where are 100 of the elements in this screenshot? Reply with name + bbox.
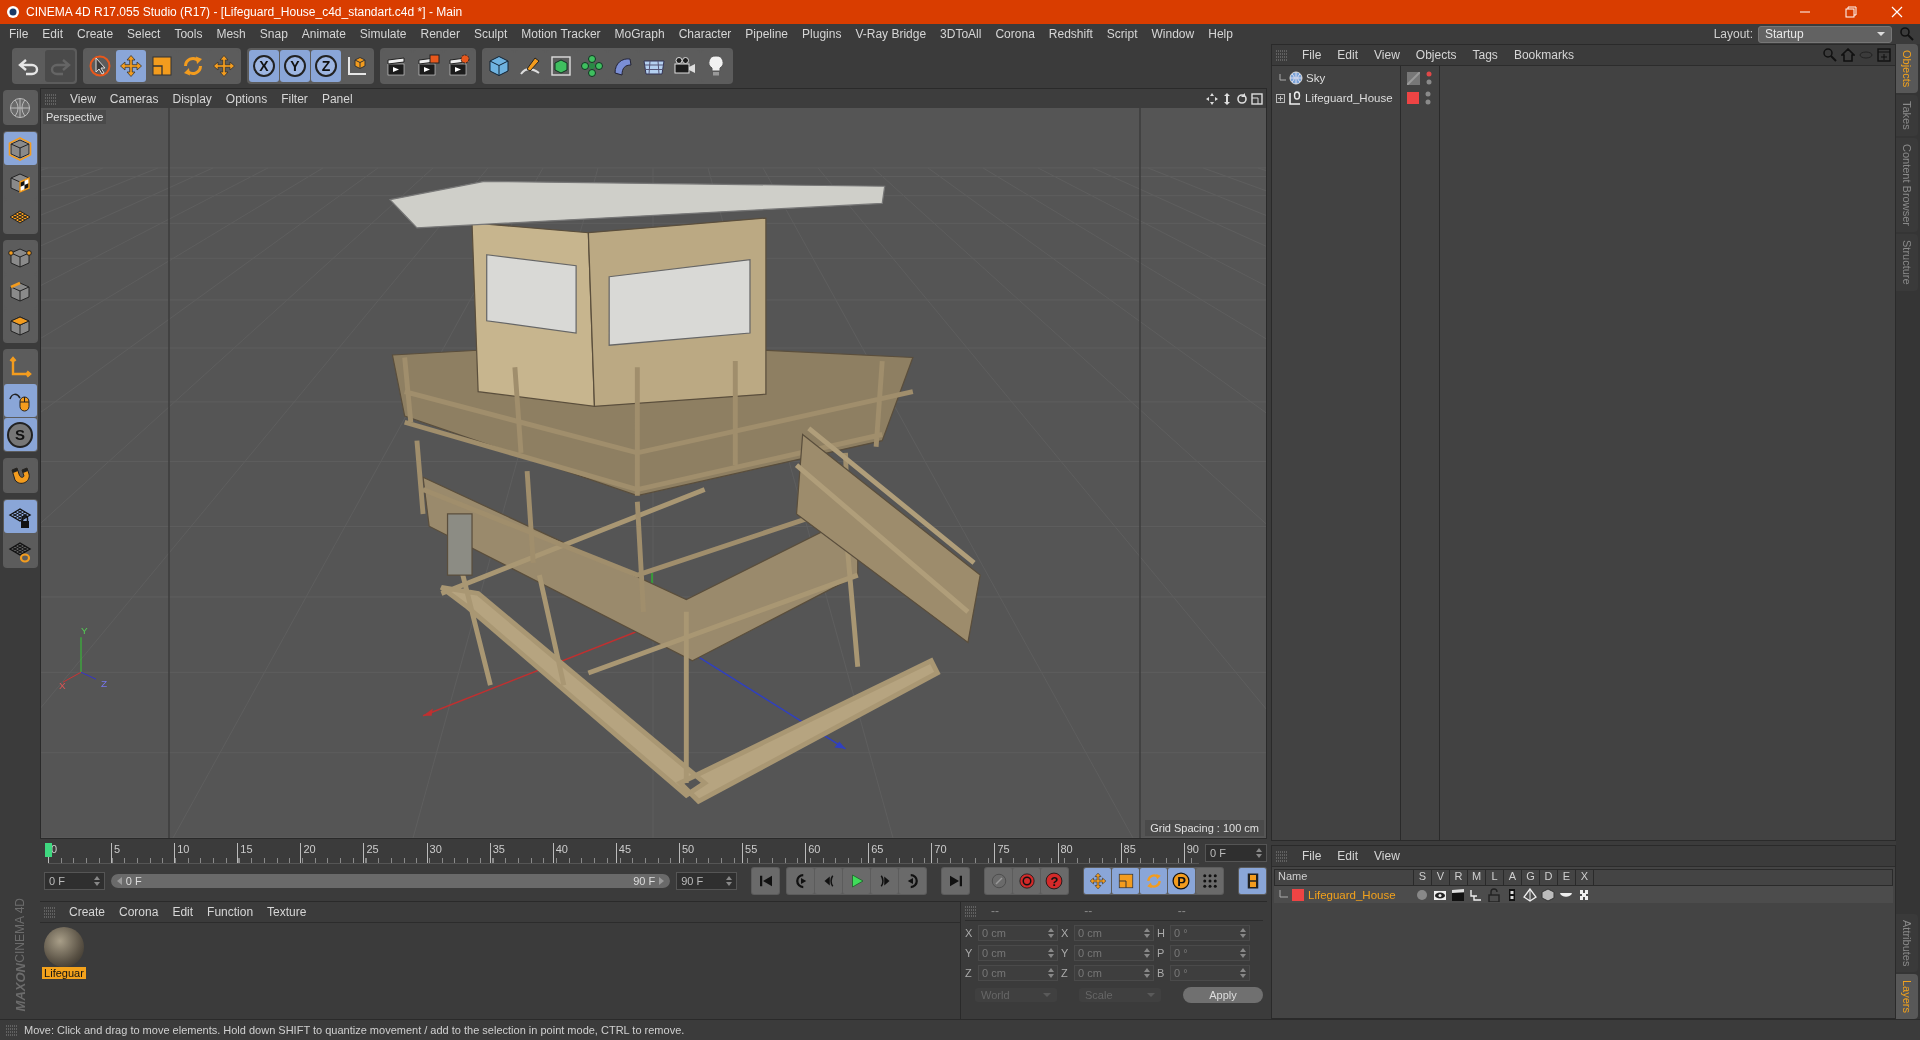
shaded-cube-icon[interactable] — [1541, 887, 1555, 902]
layer-name[interactable]: Lifeguard_House — [1308, 888, 1396, 901]
menu-item[interactable]: Character — [671, 27, 739, 41]
menu-item[interactable]: Texture — [260, 905, 314, 919]
menu-item[interactable]: Create — [62, 905, 113, 919]
layer-color-swatch[interactable] — [1407, 92, 1419, 104]
column-header[interactable]: R — [1450, 870, 1468, 885]
autokey-button[interactable]: ? — [1041, 868, 1068, 894]
menu-item[interactable]: Motion Tracker — [514, 27, 608, 41]
menu-item[interactable]: Cameras — [102, 91, 166, 106]
end-frame-field[interactable]: 90 F — [676, 872, 737, 890]
menu-item[interactable]: Function — [200, 905, 261, 919]
column-header[interactable]: A — [1504, 870, 1522, 885]
first-button[interactable] — [752, 868, 779, 894]
start-frame-field[interactable]: 0 F — [44, 872, 105, 890]
column-header[interactable]: M — [1468, 870, 1486, 885]
pyramid-icon[interactable] — [1523, 887, 1537, 902]
menu-item[interactable]: Edit — [1329, 849, 1367, 863]
menu-item[interactable]: Help — [1201, 27, 1240, 41]
object-name[interactable]: Lifeguard_House — [1305, 92, 1393, 104]
param-button[interactable]: P — [1168, 868, 1195, 894]
film-button[interactable] — [1239, 868, 1266, 894]
tweak-tool-button[interactable] — [3, 384, 37, 417]
column-header[interactable]: X — [1576, 870, 1594, 885]
menu-item[interactable]: Redshift — [1041, 27, 1100, 41]
menu-item[interactable]: Corona — [112, 905, 166, 919]
hierarchy-icon[interactable] — [1469, 887, 1483, 902]
menu-item[interactable]: File — [1294, 48, 1330, 62]
workplane-lock-tool-button[interactable] — [3, 500, 37, 533]
menu-item[interactable]: 3DToAll — [933, 27, 989, 41]
layer-color-swatch[interactable] — [1292, 888, 1304, 901]
column-header[interactable]: Name — [1275, 870, 1414, 885]
menu-item[interactable]: Options — [218, 91, 275, 106]
prev-frame-button[interactable] — [815, 868, 842, 894]
menu-item[interactable]: Window — [1144, 27, 1202, 41]
maximize-button[interactable] — [1251, 92, 1263, 105]
menu-item[interactable]: MoGraph — [607, 27, 672, 41]
record-button[interactable] — [1013, 868, 1040, 894]
column-header[interactable]: S — [1414, 870, 1432, 885]
menu-item[interactable]: Render — [413, 27, 467, 41]
last-button[interactable] — [942, 868, 969, 894]
playhead-marker[interactable] — [45, 842, 52, 857]
menu-item[interactable]: View — [63, 91, 103, 106]
column-header[interactable]: E — [1558, 870, 1576, 885]
menu-item[interactable]: File — [2, 27, 36, 41]
next-frame-button[interactable] — [871, 868, 898, 894]
column-header[interactable]: V — [1432, 870, 1450, 885]
menu-item[interactable]: Simulate — [352, 27, 414, 41]
menu-item[interactable]: Plugins — [795, 27, 849, 41]
apply-button[interactable]: Apply — [1183, 987, 1263, 1003]
dots-button[interactable] — [1196, 868, 1223, 894]
menu-item[interactable]: Objects — [1407, 48, 1465, 62]
menu-item[interactable]: Edit — [35, 27, 71, 41]
menu-item[interactable]: Bookmarks — [1505, 48, 1582, 62]
menu-item[interactable]: Edit — [1329, 48, 1367, 62]
axis-lock-tool-button[interactable]: X — [249, 50, 279, 82]
object-name[interactable]: Sky — [1306, 72, 1326, 84]
menu-item[interactable]: Display — [165, 91, 219, 106]
menu-item[interactable]: Sculpt — [466, 27, 515, 41]
menu-item[interactable]: V-Ray Bridge — [848, 27, 934, 41]
layout-dropdown[interactable]: Startup — [1758, 25, 1892, 43]
menu-item[interactable]: Tags — [1464, 48, 1506, 62]
panel-tab[interactable]: Objects — [1896, 44, 1918, 94]
menu-item[interactable]: Edit — [165, 905, 201, 919]
axis-lock-tool-button[interactable]: Z — [311, 50, 341, 82]
scale-button[interactable] — [1112, 868, 1139, 894]
menu-item[interactable]: Filter — [274, 91, 315, 106]
column-header[interactable]: L — [1486, 870, 1504, 885]
menu-item[interactable]: Script — [1099, 27, 1145, 41]
menu-item[interactable]: Pipeline — [738, 27, 796, 41]
next-key-button[interactable] — [899, 868, 926, 894]
model-tool-button[interactable] — [3, 132, 37, 165]
menu-item[interactable]: Create — [70, 27, 121, 41]
move-button[interactable] — [1084, 868, 1111, 894]
pixel-figure-icon[interactable] — [1577, 887, 1591, 902]
column-header[interactable]: D — [1540, 870, 1558, 885]
menu-item[interactable]: Panel — [314, 91, 360, 106]
snap-tool-button[interactable]: S — [3, 418, 37, 451]
material-swatch[interactable] — [44, 927, 84, 967]
menu-item[interactable]: Animate — [294, 27, 353, 41]
current-frame-field[interactable]: 0 F — [1205, 844, 1267, 862]
menu-item[interactable]: File — [1294, 849, 1330, 863]
rotate-button[interactable] — [1236, 92, 1248, 105]
material-name[interactable]: Lifeguar — [42, 967, 86, 979]
play-button[interactable] — [843, 868, 870, 894]
menu-item[interactable]: Select — [120, 27, 168, 41]
move-arrows-button[interactable] — [1206, 92, 1218, 105]
solo-dot-icon[interactable] — [1415, 887, 1429, 902]
prev-key-button[interactable] — [787, 868, 814, 894]
axis-lock-tool-button[interactable]: Y — [280, 50, 310, 82]
menu-item[interactable]: Snap — [252, 27, 295, 41]
clapperboard-icon[interactable] — [1451, 887, 1465, 902]
menu-item[interactable]: View — [1366, 48, 1408, 62]
column-header[interactable]: G — [1522, 870, 1540, 885]
menu-item[interactable]: Tools — [167, 27, 210, 41]
menu-item[interactable]: View — [1366, 849, 1408, 863]
frame-range-slider[interactable]: 0 F 90 F — [110, 874, 671, 888]
menu-item[interactable]: Mesh — [209, 27, 253, 41]
menu-item[interactable]: Corona — [988, 27, 1042, 41]
expand-icon[interactable] — [1276, 93, 1285, 103]
